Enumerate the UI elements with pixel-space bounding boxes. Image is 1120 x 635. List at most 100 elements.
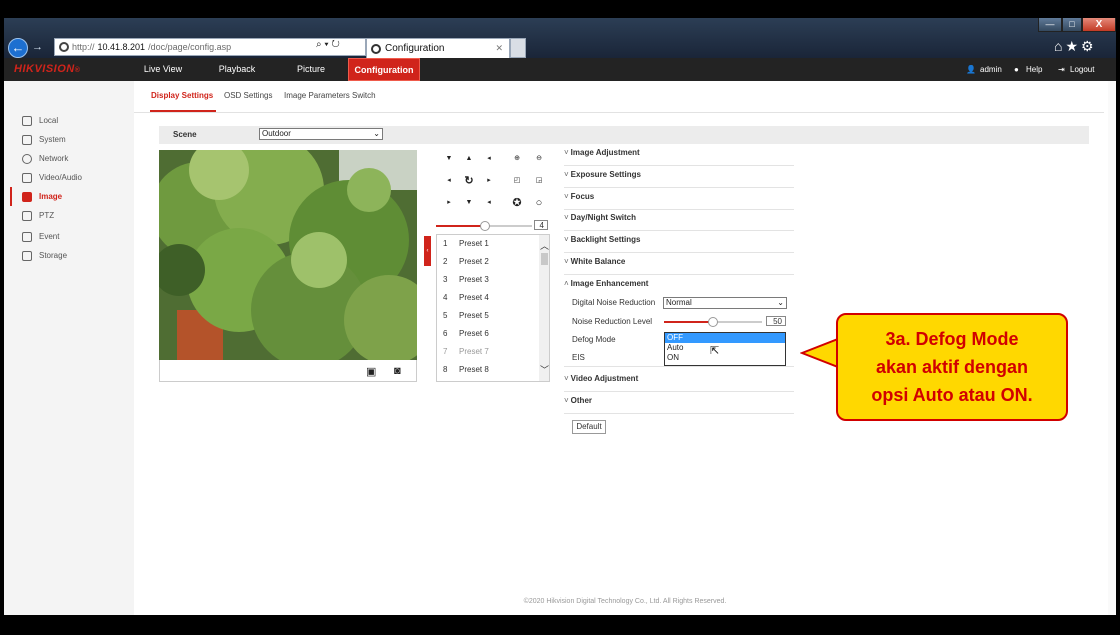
collapse-panel-button[interactable]: ‹ xyxy=(424,236,431,266)
list-item[interactable]: 3 Preset 3 xyxy=(437,271,537,289)
list-item[interactable]: 5 Preset 5 xyxy=(437,307,537,325)
ptz-auto-button[interactable]: ↻ xyxy=(460,172,478,190)
zoom-out-icon[interactable]: ⊖ xyxy=(530,150,548,168)
app-header: HIKVISION® Live View Playback Picture Co… xyxy=(4,58,1116,81)
list-item[interactable]: 7 Preset 7 xyxy=(437,343,537,361)
default-button[interactable]: Default xyxy=(572,420,606,434)
defog-option-auto[interactable]: Auto xyxy=(665,343,785,353)
list-item[interactable]: 1 Preset 1 xyxy=(437,235,537,253)
help-icon: ● xyxy=(1014,65,1019,74)
maximize-button[interactable]: □ xyxy=(1062,18,1082,32)
nav-live-view[interactable]: Live View xyxy=(134,58,192,81)
ptz-up-button[interactable]: ▲ xyxy=(460,150,478,168)
chevron-down-icon[interactable]: ﹀ xyxy=(540,363,549,376)
defog-option-on[interactable]: ON xyxy=(665,353,785,363)
tree-image xyxy=(159,150,417,360)
dnr-select[interactable]: Normal ⌄ xyxy=(663,297,787,309)
section-other[interactable]: ˅ Other xyxy=(564,392,794,414)
browser-tab[interactable]: Configuration ✕ xyxy=(366,38,510,58)
list-item[interactable]: 2 Preset 2 xyxy=(437,253,537,271)
section-exposure-settings[interactable]: ˅ Exposure Settings xyxy=(564,166,794,188)
nav-picture[interactable]: Picture xyxy=(282,58,340,81)
focus-far-icon[interactable]: ◲ xyxy=(530,172,548,190)
ptz-left-button[interactable]: ◂ xyxy=(440,172,458,190)
ptz-right-button[interactable]: ▸ xyxy=(480,172,498,190)
tab-close-icon[interactable]: ✕ xyxy=(495,43,503,54)
chevron-up-icon[interactable]: ︿ xyxy=(540,239,549,252)
ptz-speed-knob[interactable] xyxy=(480,221,490,231)
scene-label: Scene xyxy=(173,130,197,139)
list-item[interactable]: 6 Preset 6 xyxy=(437,325,537,343)
forward-icon[interactable]: → xyxy=(32,41,43,53)
defog-dropdown[interactable]: OFF Auto ON xyxy=(664,332,786,366)
hikvision-logo: HIKVISION® xyxy=(14,63,81,75)
ptz-up-left-button[interactable]: ▼ xyxy=(440,150,458,168)
sidebar-item-network[interactable]: Network xyxy=(4,149,134,168)
list-item[interactable]: 8 Preset 8 xyxy=(437,361,537,379)
iris-open-icon[interactable]: ✪ xyxy=(508,194,526,212)
logout-icon: ⇥ xyxy=(1058,65,1065,74)
sidebar-item-storage[interactable]: Storage xyxy=(4,246,134,265)
ptz-controls: ▼ ▲ ◂ ⊕ ⊖ ◂ ↻ ▸ ◰ ◲ ▸ ▼ ◂ ✪ ○ xyxy=(434,150,554,220)
scene-select[interactable]: Outdoor ⌄ xyxy=(259,128,383,140)
camera-icon[interactable]: ◙ xyxy=(394,365,401,377)
close-window-button[interactable]: X xyxy=(1082,18,1116,32)
noise-reduction-value[interactable]: 50 xyxy=(766,316,786,326)
logout-link[interactable]: Logout xyxy=(1070,58,1094,81)
iris-close-icon[interactable]: ○ xyxy=(530,194,548,212)
record-icon[interactable]: ▣ xyxy=(366,365,376,378)
back-icon[interactable]: ← xyxy=(8,38,28,58)
user-name[interactable]: admin xyxy=(980,58,1002,81)
browser-window: — □ X ← → http://10.41.8.201/doc/page/co… xyxy=(4,18,1116,615)
ptz-speed-slider[interactable] xyxy=(436,221,532,231)
globe-icon xyxy=(22,153,32,164)
callout-pointer xyxy=(800,337,839,369)
nav-playback[interactable]: Playback xyxy=(208,58,266,81)
ptz-down-left-button[interactable]: ▸ xyxy=(440,194,458,212)
scene-bar: Scene Outdoor ⌄ xyxy=(159,126,1089,144)
search-refresh-icon[interactable]: ⌕ ▾ ↻ xyxy=(316,39,340,50)
section-image-enhancement[interactable]: ˄ Image Enhancement xyxy=(564,275,794,297)
ptz-speed-value[interactable]: 4 xyxy=(534,220,548,230)
tab-image-parameters-switch[interactable]: Image Parameters Switch xyxy=(284,91,376,100)
focus-near-icon[interactable]: ◰ xyxy=(508,172,526,190)
system-icon xyxy=(22,134,32,145)
dnr-label: Digital Noise Reduction xyxy=(572,298,656,307)
image-icon xyxy=(22,191,32,202)
noise-reduction-slider[interactable] xyxy=(664,317,762,327)
section-white-balance[interactable]: ˅ White Balance xyxy=(564,253,794,275)
tab-osd-settings[interactable]: OSD Settings xyxy=(224,91,272,100)
section-image-adjustment[interactable]: ˅ Image Adjustment xyxy=(564,144,794,166)
home-favorites-settings-icon[interactable]: ⌂★⚙ xyxy=(1054,38,1097,55)
ptz-down-right-button[interactable]: ◂ xyxy=(480,194,498,212)
list-item[interactable]: 4 Preset 4 xyxy=(437,289,537,307)
sidebar-item-event[interactable]: Event xyxy=(4,227,134,246)
defog-option-off[interactable]: OFF xyxy=(665,333,785,343)
new-tab-button[interactable] xyxy=(510,38,526,58)
section-day-night-switch[interactable]: ˅ Day/Night Switch xyxy=(564,209,794,231)
help-link[interactable]: Help xyxy=(1026,58,1042,81)
section-video-adjustment[interactable]: ˅ Video Adjustment xyxy=(564,370,794,392)
minimize-button[interactable]: — xyxy=(1038,18,1062,32)
chevron-down-icon: ⌄ xyxy=(777,298,784,307)
screen-frame: — □ X ← → http://10.41.8.201/doc/page/co… xyxy=(0,0,1120,635)
page-scrollbar[interactable] xyxy=(1108,81,1116,615)
scroll-thumb[interactable] xyxy=(541,253,548,265)
noise-reduction-knob[interactable] xyxy=(708,317,718,327)
sidebar-item-image[interactable]: Image xyxy=(4,187,134,206)
sidebar-item-ptz[interactable]: PTZ xyxy=(4,206,134,225)
zoom-in-icon[interactable]: ⊕ xyxy=(508,150,526,168)
footer-copyright: ©2020 Hikvision Digital Technology Co., … xyxy=(523,598,727,605)
event-icon xyxy=(22,231,32,242)
monitor-icon xyxy=(22,115,32,126)
ptz-up-right-button[interactable]: ◂ xyxy=(480,150,498,168)
sidebar-item-system[interactable]: System xyxy=(4,130,134,149)
tab-display-settings[interactable]: Display Settings xyxy=(151,91,213,100)
section-focus[interactable]: ˅ Focus xyxy=(564,188,794,210)
sidebar-item-video-audio[interactable]: Video/Audio xyxy=(4,168,134,187)
sidebar-item-local[interactable]: Local xyxy=(4,111,134,130)
preset-scrollbar[interactable]: ︿ ﹀ xyxy=(539,235,549,381)
nav-configuration[interactable]: Configuration xyxy=(348,58,420,81)
ptz-down-button[interactable]: ▼ xyxy=(460,194,478,212)
section-backlight-settings[interactable]: ˅ Backlight Settings xyxy=(564,231,794,253)
